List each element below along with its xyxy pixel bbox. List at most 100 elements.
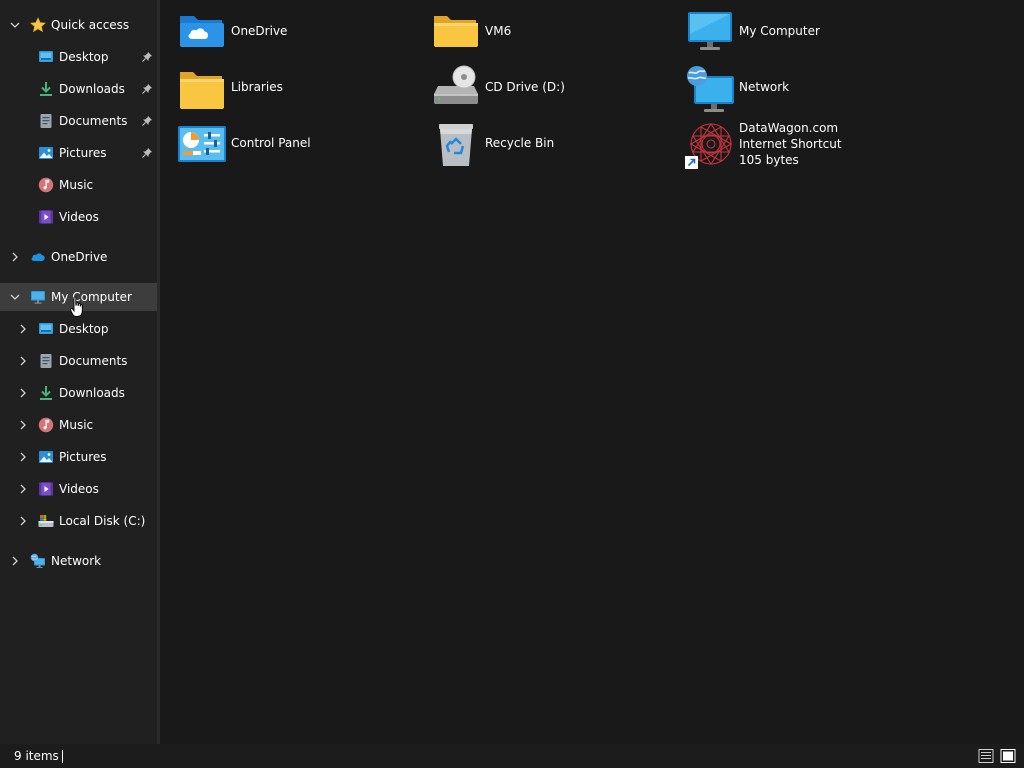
- item-type: Internet Shortcut: [739, 137, 842, 151]
- pictures-icon: [38, 145, 54, 161]
- nav-quick-documents[interactable]: Documents: [0, 107, 157, 135]
- item-my-computer[interactable]: My Computer: [684, 8, 934, 60]
- nav-label: Documents: [59, 114, 128, 128]
- nav-label: Downloads: [59, 82, 125, 96]
- recycle-bin-icon: [430, 120, 482, 172]
- nav-quick-music[interactable]: Music: [0, 171, 157, 199]
- nav-label: Downloads: [59, 386, 125, 400]
- chevron-down-icon[interactable]: [9, 291, 21, 303]
- pictures-icon: [38, 449, 54, 465]
- documents-icon: [38, 113, 54, 129]
- details-view-icon[interactable]: [978, 748, 994, 764]
- chevron-right-icon[interactable]: [9, 251, 21, 263]
- chevron-right-icon[interactable]: [17, 451, 29, 463]
- nav-onedrive[interactable]: OneDrive: [0, 243, 157, 271]
- nav-quick-downloads[interactable]: Downloads: [0, 75, 157, 103]
- status-bar: 9 items: [0, 744, 1024, 768]
- nav-quick-access[interactable]: Quick access: [0, 11, 157, 39]
- item-name: My Computer: [739, 24, 820, 38]
- nav-computer-videos[interactable]: Videos: [0, 475, 157, 503]
- chevron-right-icon[interactable]: [17, 323, 29, 335]
- nav-label: Desktop: [59, 322, 109, 336]
- chevron-right-icon[interactable]: [17, 515, 29, 527]
- nav-computer-local-disk[interactable]: Local Disk (C:): [0, 507, 157, 535]
- onedrive-icon: [30, 249, 46, 265]
- item-name: Control Panel: [231, 136, 311, 150]
- item-onedrive[interactable]: OneDrive: [176, 8, 426, 60]
- nav-computer-documents[interactable]: Documents: [0, 347, 157, 375]
- monitor-icon: [684, 8, 736, 60]
- large-icons-view-icon[interactable]: [1000, 748, 1016, 764]
- nav-computer-downloads[interactable]: Downloads: [0, 379, 157, 407]
- nav-label: Pictures: [59, 146, 107, 160]
- nav-computer-pictures[interactable]: Pictures: [0, 443, 157, 471]
- music-icon: [38, 177, 54, 193]
- downloads-icon: [38, 81, 54, 97]
- nav-my-computer[interactable]: My Computer: [0, 283, 157, 311]
- item-name: OneDrive: [231, 24, 288, 38]
- item-control-panel[interactable]: Control Panel: [176, 120, 426, 172]
- chevron-right-icon[interactable]: [17, 387, 29, 399]
- item-name: Libraries: [231, 80, 283, 94]
- pin-icon[interactable]: [141, 147, 153, 159]
- nav-label: Documents: [59, 354, 128, 368]
- item-name: Recycle Bin: [485, 136, 555, 150]
- chevron-right-icon[interactable]: [17, 483, 29, 495]
- chevron-down-icon[interactable]: [9, 19, 21, 31]
- downloads-icon: [38, 385, 54, 401]
- cd-drive-icon: [430, 64, 482, 116]
- videos-icon: [38, 209, 54, 225]
- item-network[interactable]: Network: [684, 64, 934, 116]
- item-name: Network: [739, 80, 790, 94]
- nav-label: Music: [59, 418, 94, 432]
- internet-shortcut-icon: [684, 120, 736, 172]
- item-cd-drive[interactable]: CD Drive (D:): [430, 64, 680, 116]
- nav-network[interactable]: Network: [0, 547, 157, 575]
- network-icon: [684, 64, 736, 116]
- local-disk-icon: [38, 513, 54, 529]
- pin-icon[interactable]: [141, 83, 153, 95]
- desktop-icon: [38, 321, 54, 337]
- item-vm6[interactable]: VM6: [430, 8, 680, 60]
- nav-label: Local Disk (C:): [59, 514, 146, 528]
- chevron-right-icon[interactable]: [17, 419, 29, 431]
- item-name: VM6: [485, 24, 512, 38]
- nav-label: Quick access: [51, 18, 130, 32]
- item-datawagon-shortcut[interactable]: DataWagon.com Internet Shortcut 105 byte…: [684, 120, 934, 172]
- documents-icon: [38, 353, 54, 369]
- pin-icon[interactable]: [141, 115, 153, 127]
- nav-label: Pictures: [59, 450, 107, 464]
- music-icon: [38, 417, 54, 433]
- item-recycle-bin[interactable]: Recycle Bin: [430, 120, 680, 172]
- nav-quick-desktop[interactable]: Desktop: [0, 43, 157, 71]
- nav-quick-videos[interactable]: Videos: [0, 203, 157, 231]
- computer-icon: [30, 289, 46, 305]
- folder-icon: [430, 8, 482, 60]
- item-count: 9 items: [14, 749, 59, 763]
- nav-label: OneDrive: [51, 250, 108, 264]
- desktop-icon: [38, 49, 54, 65]
- network-icon: [30, 553, 46, 569]
- videos-icon: [38, 481, 54, 497]
- status-divider: [62, 750, 63, 763]
- star-icon: [29, 17, 47, 33]
- item-size: 105 bytes: [739, 153, 799, 167]
- chevron-right-icon[interactable]: [9, 555, 21, 567]
- nav-label: Network: [51, 554, 102, 568]
- pin-icon[interactable]: [141, 51, 153, 63]
- control-panel-icon: [176, 120, 228, 172]
- nav-computer-music[interactable]: Music: [0, 411, 157, 439]
- item-libraries[interactable]: Libraries: [176, 64, 426, 116]
- item-name: DataWagon.com: [739, 121, 839, 135]
- nav-quick-pictures[interactable]: Pictures: [0, 139, 157, 167]
- nav-label: My Computer: [51, 290, 132, 304]
- chevron-right-icon[interactable]: [17, 355, 29, 367]
- onedrive-folder-icon: [176, 8, 228, 60]
- file-list: OneDrive VM6 My Computer Libraries CD Dr…: [160, 0, 1024, 744]
- nav-computer-desktop[interactable]: Desktop: [0, 315, 157, 343]
- folder-icon: [176, 64, 228, 116]
- nav-label: Desktop: [59, 50, 109, 64]
- nav-label: Music: [59, 178, 94, 192]
- navigation-pane: Quick access Desktop Downloads Documents: [0, 0, 157, 744]
- nav-label: Videos: [59, 210, 99, 224]
